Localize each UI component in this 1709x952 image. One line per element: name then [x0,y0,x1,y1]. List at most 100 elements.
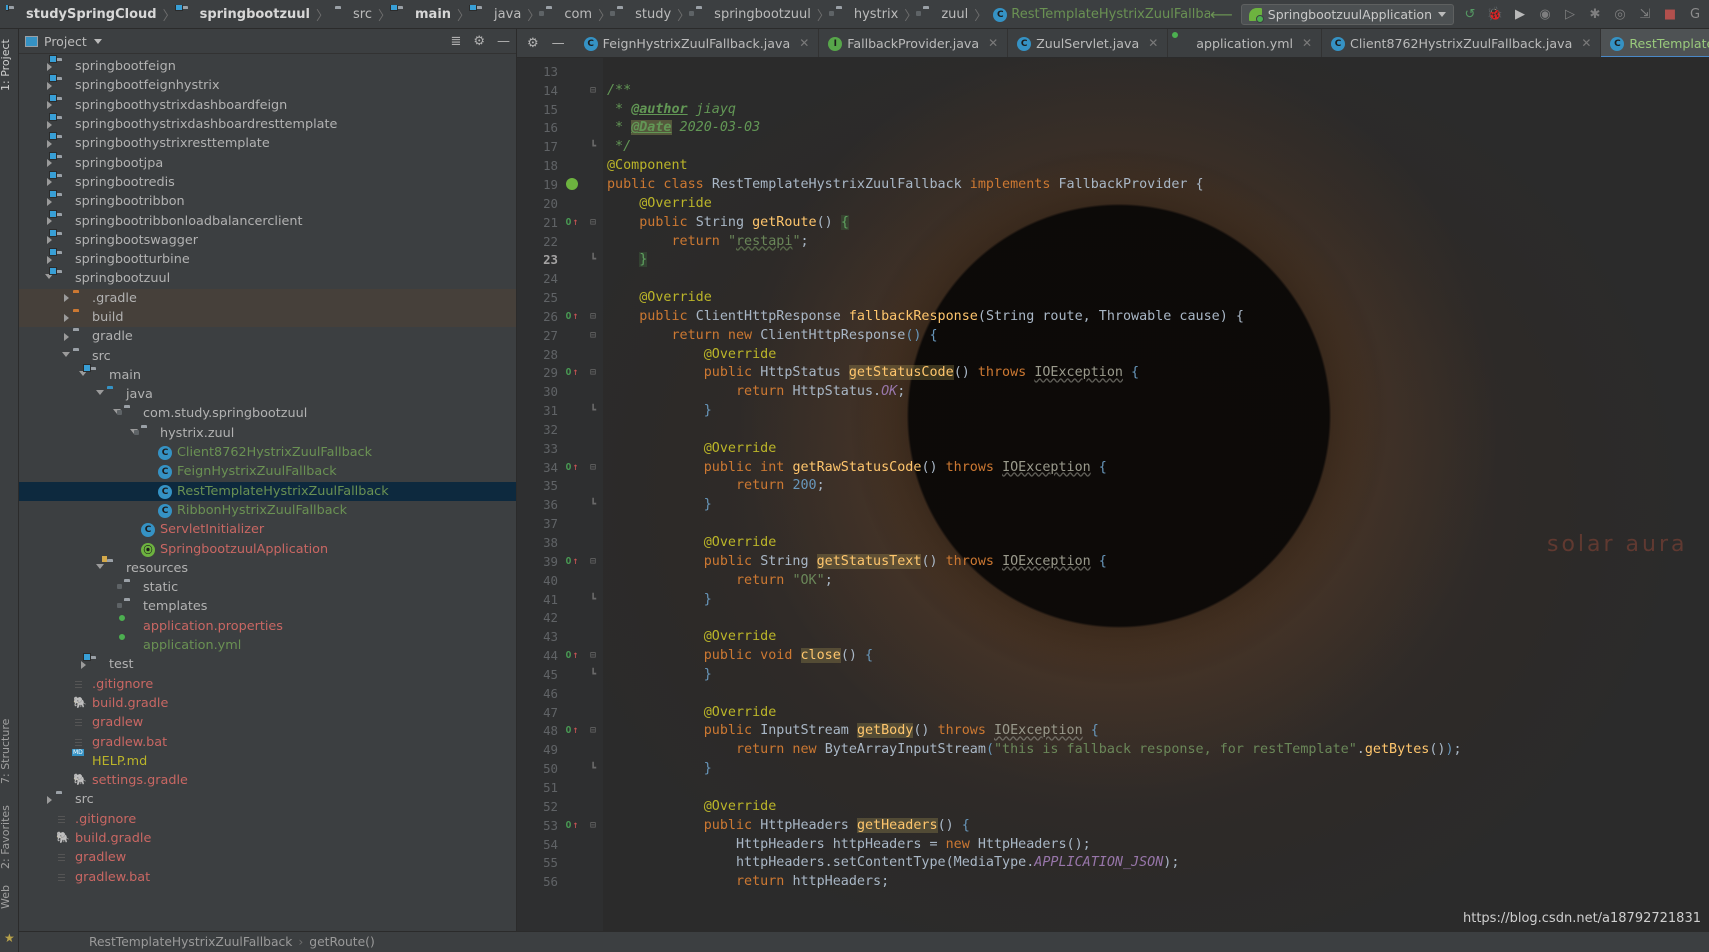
override-method-gutter-icon[interactable]: O ↑ [561,650,583,661]
code-editor[interactable]: solar aura 13 14 ⊟/** 15 * @author jiayq 16 … [517,58,1709,931]
tree-item-application.yml[interactable]: application.yml [19,636,516,655]
code-fold-end-icon[interactable]: ┗ [583,141,603,152]
tree-item-springbootjpa[interactable]: springbootjpa [19,153,516,172]
close-icon[interactable]: ✕ [799,36,809,50]
stop-red-icon[interactable]: ■ [1662,6,1678,22]
code-fold-end-icon[interactable]: ┗ [583,499,603,510]
close-icon[interactable]: ✕ [988,36,998,50]
override-method-gutter-icon[interactable]: O ↑ [561,462,583,473]
search-everywhere-icon[interactable]: G [1687,6,1703,22]
attach-debugger-icon[interactable]: ✱ [1587,6,1603,22]
tree-item-build.gradle[interactable]: 🐘 build.gradle [19,694,516,713]
close-icon[interactable]: ✕ [1581,36,1591,50]
tree-item-java[interactable]: java [19,385,516,404]
hide-icon[interactable]: — [497,34,510,49]
code-fold-collapse-icon[interactable]: ⊟ [583,556,603,567]
tree-item-gradlew.bat[interactable]: gradlew.bat [19,867,516,886]
code-fold-collapse-icon[interactable]: ⊟ [583,650,603,661]
collapse-all-icon[interactable]: ≣ [450,34,461,49]
tree-item-build[interactable]: build [19,307,516,328]
debug-icon[interactable]: 🐞 [1487,6,1503,22]
tree-item-templates[interactable]: templates [19,597,516,616]
chevron-right-icon[interactable] [42,120,56,129]
chevron-right-icon[interactable] [42,197,56,206]
chevron-right-icon[interactable] [42,62,56,71]
tree-item-.gitignore[interactable]: .gitignore [19,810,516,829]
tree-item-springboothystrixdashboardfeign[interactable]: springboothystrixdashboardfeign [19,96,516,115]
breadcrumb-item-src[interactable]: src [333,7,374,22]
chevron-down-icon[interactable] [42,274,56,283]
editor-tab-fallbackprovider-java[interactable]: I FallbackProvider.java ✕ [819,29,1009,57]
chevron-right-icon[interactable] [42,139,56,148]
chevron-down-icon[interactable] [59,351,73,361]
code-fold-collapse-icon[interactable]: ⊟ [583,725,603,736]
tree-item-springbootzuul[interactable]: springbootzuul [19,269,516,288]
breadcrumb-item-resttemplatehystrixzuulfallback[interactable]: C RestTemplateHystrixZuulFallback [991,7,1210,22]
breadcrumb-item-springbootzuul[interactable]: springbootzuul [694,7,813,22]
settings-gear-icon[interactable]: ⚙ [473,34,485,49]
tree-item-springbootturbine[interactable]: springbootturbine [19,250,516,269]
chevron-right-icon[interactable] [42,255,56,264]
tree-item-springboothystrixresttemplate[interactable]: springboothystrixresttemplate [19,134,516,153]
tree-item-help.md[interactable]: HELP.md [19,752,516,771]
tree-item-com.study.springbootzuul[interactable]: com.study.springbootzuul [19,404,516,423]
breadcrumb-item-study[interactable]: study [615,7,673,22]
chevron-right-icon[interactable] [59,332,73,341]
editor-tab-application-yml[interactable]: application.yml ✕ [1168,29,1323,57]
hide-icon[interactable]: — [552,36,565,51]
chevron-right-icon[interactable] [42,236,56,245]
build-icon[interactable]: ↺ [1462,6,1478,22]
override-method-gutter-icon[interactable]: O ↑ [561,311,583,322]
editor-tab-feignhystrixzuulfallback-java[interactable]: C FeignHystrixZuulFallback.java ✕ [574,29,820,57]
tree-item-ribbonhystrixzuulfallback[interactable]: C RibbonHystrixZuulFallback [19,501,516,520]
code-fold-end-icon[interactable]: ┗ [583,405,603,416]
profile-icon[interactable]: ▷ [1562,6,1578,22]
breadcrumb-item-hystrix[interactable]: hystrix [834,7,900,22]
breadcrumb-class[interactable]: RestTemplateHystrixZuulFallback [89,935,292,949]
run-configuration-selector[interactable]: SpringbootzuulApplication [1240,3,1454,25]
code-fold-collapse-icon[interactable]: ⊟ [583,330,603,341]
chevron-right-icon[interactable] [42,101,56,110]
spring-bean-gutter-icon[interactable] [561,178,583,191]
code-fold-end-icon[interactable]: ┗ [583,763,603,774]
code-fold-collapse-icon[interactable]: ⊟ [583,820,603,831]
override-method-gutter-icon[interactable]: O ↑ [561,217,583,228]
close-icon[interactable]: ✕ [1148,36,1158,50]
tree-item-settings.gradle[interactable]: 🐘 settings.gradle [19,771,516,790]
tree-item-main[interactable]: main [19,366,516,385]
override-method-gutter-icon[interactable]: O ↑ [561,367,583,378]
chevron-down-icon[interactable] [93,563,107,573]
code-fold-collapse-icon[interactable]: ⊟ [583,311,603,322]
chevron-down-icon[interactable] [93,38,102,44]
tree-item-springbootredis[interactable]: springbootredis [19,173,516,192]
editor-tab-zuulservlet-java[interactable]: C ZuulServlet.java ✕ [1008,29,1169,57]
tree-item-gradlew.bat[interactable]: gradlew.bat [19,732,516,751]
tree-item-resttemplatehystrixzuulfallback[interactable]: C RestTemplateHystrixZuulFallback [19,481,516,501]
tree-item-springbootribbon[interactable]: springbootribbon [19,192,516,211]
tree-item-static[interactable]: static [19,578,516,597]
chevron-down-icon[interactable] [1438,11,1446,17]
settings-gear-icon[interactable]: ⚙ [527,36,539,51]
code-fold-collapse-icon[interactable]: ⊟ [583,85,603,96]
breadcrumb-item-com[interactable]: com [544,7,594,22]
tree-item-hystrix.zuul[interactable]: hystrix.zuul [19,424,516,443]
favorites-star-icon[interactable]: ★ [0,931,18,945]
tree-item-client8762hystrixzuulfallback[interactable]: C Client8762HystrixZuulFallback [19,443,516,462]
chevron-right-icon[interactable] [42,81,56,90]
tree-item-.gradle[interactable]: .gradle [19,288,516,308]
override-method-gutter-icon[interactable]: O ↑ [561,725,583,736]
chevron-right-icon[interactable] [59,313,73,322]
breadcrumb-item-zuul[interactable]: zuul [921,7,970,22]
sidebar-item-structure[interactable]: 7: Structure [0,719,12,784]
override-method-gutter-icon[interactable]: O ↑ [561,556,583,567]
editor-tab-client8762hystrixzuulfallback-java[interactable]: C Client8762HystrixZuulFallback.java ✕ [1322,29,1602,57]
breadcrumb-item-springbootzuul[interactable]: springbootzuul [180,7,312,22]
tree-item-springbootzuulapplication[interactable]: ⦿ SpringbootzuulApplication [19,539,516,558]
sidebar-item-web[interactable]: Web [0,885,12,909]
run-with-coverage-icon[interactable]: ◉ [1537,6,1553,22]
code-fold-collapse-icon[interactable]: ⊟ [583,217,603,228]
tree-item-.gitignore[interactable]: .gitignore [19,675,516,694]
stop-icon[interactable]: ⇲ [1637,6,1653,22]
sidebar-item-project[interactable]: 1: Project [0,39,12,91]
tree-item-gradlew[interactable]: gradlew [19,848,516,867]
